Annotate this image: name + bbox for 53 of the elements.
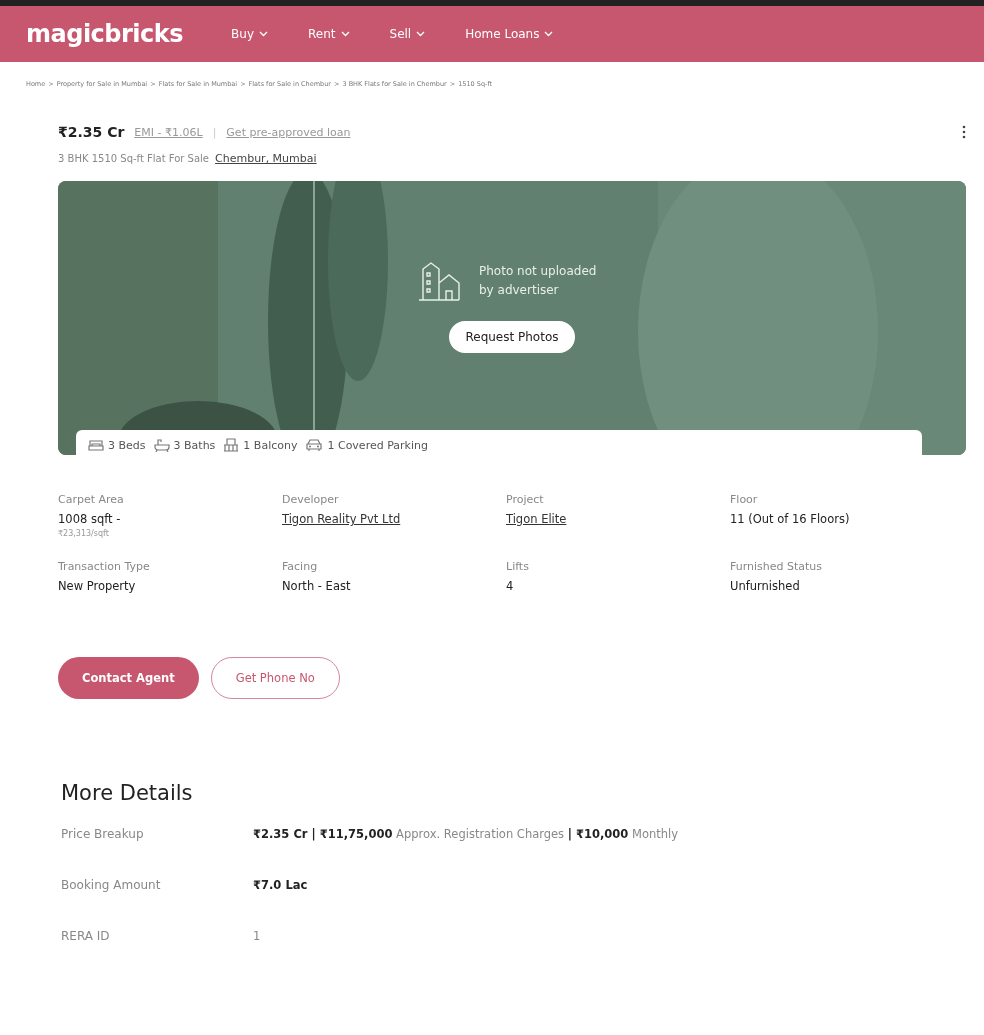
photo-unavailable-message: Photo not uploaded by advertiser	[479, 262, 598, 299]
emi-link[interactable]: EMI - ₹1.06L	[134, 125, 203, 139]
detail-label: Furnished Status	[730, 560, 824, 573]
bed-icon	[88, 438, 104, 452]
detail-label: Carpet Area	[58, 493, 125, 506]
detail-value: 1	[253, 929, 262, 943]
detail-label: Price Breakup	[61, 827, 145, 841]
detail-value: 11 (Out of 16 Floors)	[730, 512, 851, 526]
amenity-label: 1 Covered Parking	[327, 438, 428, 452]
amenity-label: 3 Beds	[108, 438, 146, 452]
building-icon	[417, 261, 461, 301]
phone-number-button[interactable]: Get Phone No	[210, 657, 340, 699]
detail-value: North - East	[282, 579, 352, 593]
loan-link[interactable]: Get pre-approved loan	[226, 125, 351, 139]
more-options-icon[interactable]	[962, 125, 966, 139]
detail-link[interactable]: Tigon Elite	[506, 512, 730, 526]
caret-icon	[259, 31, 268, 37]
amenity-label: 1 Balcony	[243, 438, 298, 452]
request-photos-button[interactable]: Request Photos	[449, 321, 575, 353]
separator: |	[212, 125, 217, 139]
detail-label: Lifts	[506, 560, 530, 573]
detail-value: ₹7.0 Lac	[253, 878, 309, 892]
contact-agent-button[interactable]: Contact Agent	[58, 657, 199, 699]
detail-value: New Property	[58, 579, 137, 593]
property-subtitle: 3 BHK 1510 Sq-ft Flat For Sale	[58, 153, 209, 164]
detail-value: 1008 sqft -	[58, 512, 122, 526]
detail-label: RERA ID	[61, 929, 111, 943]
caret-icon	[340, 31, 350, 37]
amenity-label: 3 Baths	[173, 438, 216, 452]
section-heading: More Details	[61, 781, 194, 805]
price: ₹2.35 Cr	[58, 124, 125, 140]
detail-label: Floor	[730, 493, 759, 506]
detail-value: Unfurnished	[730, 579, 801, 593]
caret-icon	[416, 31, 426, 37]
detail-label: Transaction Type	[58, 560, 151, 573]
price-per-sqft: ₹23,313/sqft	[58, 529, 110, 538]
logo[interactable]: magicbricks	[26, 20, 184, 48]
detail-label: Developer	[282, 493, 340, 506]
nav-menu-item[interactable]: Buy	[225, 23, 274, 45]
bathtub-icon	[153, 438, 170, 452]
nav-menu-item[interactable]: Rent	[302, 23, 356, 45]
detail-value: ₹2.35 Cr | ₹11,75,000 Approx. Registration Charges | ₹10,000 Monthly	[253, 827, 680, 841]
location-link[interactable]: Chembur, Mumbai	[215, 152, 317, 165]
nav-menu-item[interactable]: Sell	[383, 23, 432, 45]
nav-menu-item[interactable]: Home Loans	[459, 23, 560, 45]
detail-value: 4	[506, 579, 515, 593]
detail-label: Booking Amount	[61, 878, 162, 892]
detail-link[interactable]: Tigon Reality Pvt Ltd	[282, 512, 506, 526]
caret-icon	[544, 31, 554, 37]
detail-label: Project	[506, 493, 545, 506]
balcony-icon	[223, 438, 240, 452]
detail-label: Facing	[282, 560, 319, 573]
car-icon	[305, 438, 324, 452]
